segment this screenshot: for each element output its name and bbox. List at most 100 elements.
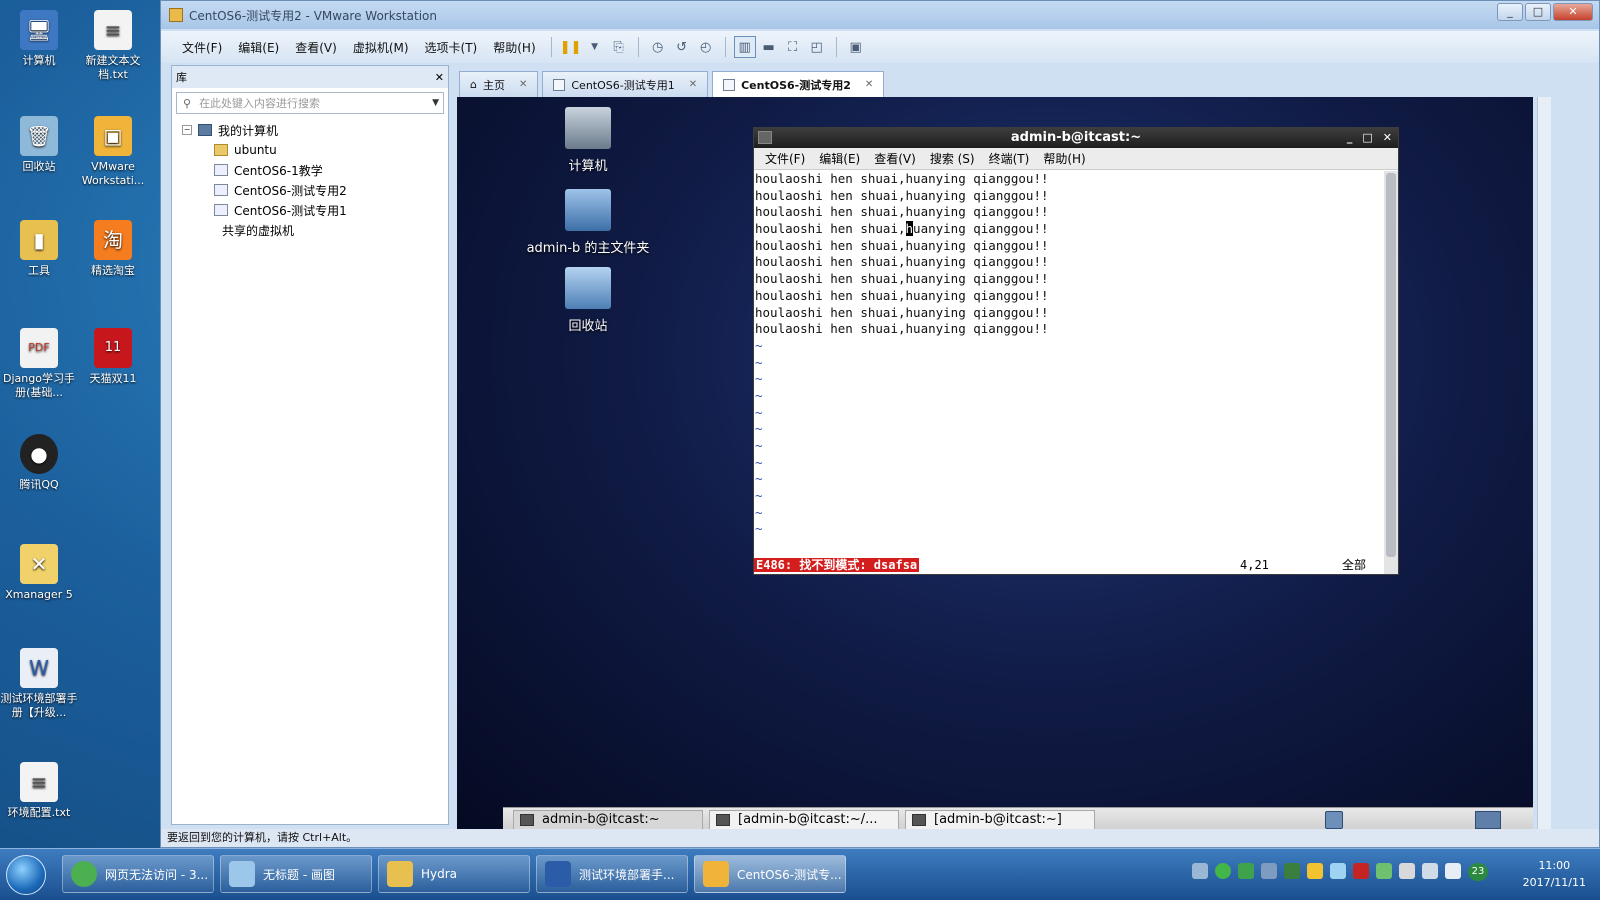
terminal-line: houlaoshi hen shuai,huanying qianggou!!: [755, 321, 1049, 337]
close-button[interactable]: ✕: [1383, 128, 1392, 148]
desktop-icon-vmware[interactable]: ▣ VMware Workstati...: [74, 116, 152, 188]
network-share-icon[interactable]: [1261, 863, 1277, 879]
vmware-title-bar[interactable]: CentOS6-测试专用2 - VMware Workstation _ □ ✕: [161, 1, 1599, 29]
desktop-icon-django-pdf[interactable]: PDF Django学习手册(基础...: [0, 328, 78, 400]
tab-centos6-test1[interactable]: CentOS6-测试专用1 ✕: [542, 71, 709, 97]
minimize-button[interactable]: _: [1497, 3, 1523, 21]
desktop-icon-env-config[interactable]: ≡ 环境配置.txt: [0, 762, 78, 820]
close-button[interactable]: ✕: [1553, 3, 1593, 21]
menu-vm[interactable]: 虚拟机(M): [346, 37, 416, 58]
clock-time: 11:00: [1538, 859, 1571, 872]
menu-tabs[interactable]: 选项卡(T): [418, 37, 485, 58]
guest-screen[interactable]: 计算机 admin-b 的主文件夹 回收站 admin-b@itcast:~ _…: [457, 97, 1533, 831]
close-icon[interactable]: ✕: [519, 79, 527, 90]
desktop-icon-taobao[interactable]: 淘 精选淘宝: [74, 220, 152, 278]
guest-icon-label: 回收站: [568, 319, 608, 334]
close-icon[interactable]: ✕: [435, 71, 444, 84]
unity-icon[interactable]: ◰: [806, 36, 828, 58]
chevron-down-icon[interactable]: ▼: [432, 98, 439, 108]
terminal-menu-file[interactable]: 文件(F): [758, 150, 812, 167]
taskbar-task-hydra[interactable]: Hydra: [378, 855, 530, 893]
guest-task-terminal-2[interactable]: [admin-b@itcast:~/...: [709, 809, 899, 830]
menu-view[interactable]: 查看(V): [288, 37, 344, 58]
minimize-button[interactable]: _: [1347, 128, 1353, 148]
update-icon[interactable]: [1238, 863, 1254, 879]
desktop-icon-tools[interactable]: ▮ 工具: [0, 220, 78, 278]
desktop-icon-tmall[interactable]: 11 天猫双11: [74, 328, 152, 386]
chevron-down-icon[interactable]: ▼: [584, 36, 606, 58]
fullscreen-icon[interactable]: ⛶: [782, 36, 804, 58]
guest-icon-home-folder[interactable]: admin-b 的主文件夹: [513, 189, 663, 256]
library-search-input[interactable]: ⚲ 在此处键入内容进行搜索 ▼: [176, 92, 444, 114]
guest-icon-trash[interactable]: 回收站: [513, 267, 663, 334]
terminal-menu-edit[interactable]: 编辑(E): [812, 150, 867, 167]
workspace-switcher-icon[interactable]: [1475, 810, 1501, 829]
vim-empty-line: ~: [755, 504, 763, 520]
terminal-window[interactable]: admin-b@itcast:~ _ □ ✕ 文件(F) 编辑(E) 查看(V)…: [753, 127, 1399, 575]
volume-icon[interactable]: [1445, 863, 1461, 879]
taskbar-task-word-doc[interactable]: 测试环境部署手...: [536, 855, 688, 893]
terminal-menu-view[interactable]: 查看(V): [867, 150, 923, 167]
keyboard-icon[interactable]: [1192, 863, 1208, 879]
flag-icon[interactable]: [1376, 863, 1392, 879]
guest-task-terminal-1[interactable]: admin-b@itcast:~: [513, 809, 703, 830]
tree-node-centos6-test2[interactable]: CentOS6-测试专用2: [172, 180, 448, 200]
terminal-menu-search[interactable]: 搜索 (S): [923, 150, 982, 167]
guest-icon-computer[interactable]: 计算机: [513, 107, 663, 174]
tree-node-centos6-test1[interactable]: CentOS6-测试专用1: [172, 200, 448, 220]
desktop-icon-computer[interactable]: 🖥 计算机: [0, 10, 78, 68]
console-view-icon[interactable]: ▣: [845, 36, 867, 58]
star-icon[interactable]: [1307, 863, 1323, 879]
close-icon[interactable]: ✕: [865, 79, 873, 90]
desktop-icon-label: 新建文本文档.txt: [85, 54, 141, 81]
desktop-icon-new-text[interactable]: ≡ 新建文本文档.txt: [74, 10, 152, 82]
terminal-menu-help[interactable]: 帮助(H): [1036, 150, 1092, 167]
maximize-button[interactable]: □: [1362, 128, 1372, 148]
snapshot-manager-icon[interactable]: ◴: [695, 36, 717, 58]
pause-icon[interactable]: ❚❚: [560, 36, 582, 58]
send-ctrl-alt-del-icon[interactable]: ⎘: [608, 36, 630, 58]
vim-status-line: E486: 找不到模式: dsafsa 4,21 全部: [754, 556, 1384, 574]
start-button[interactable]: [6, 855, 46, 895]
show-library-icon[interactable]: ▥: [733, 36, 756, 58]
shield-icon[interactable]: [1284, 863, 1300, 879]
notification-badge[interactable]: 23: [1468, 863, 1488, 881]
tree-node-shared-vms[interactable]: 共享的虚拟机: [172, 220, 448, 240]
taskbar-task-paint[interactable]: 无标题 - 画图: [220, 855, 372, 893]
library-panel: 库 ✕ ⚲ 在此处键入内容进行搜索 ▼ − 我的计算机 ubuntu CentO…: [171, 65, 449, 825]
tree-node-centos6-teaching[interactable]: CentOS6-1教学: [172, 160, 448, 180]
green-circle-icon[interactable]: [1215, 863, 1231, 879]
taskbar-clock[interactable]: 11:00 2017/11/11: [1523, 857, 1586, 891]
menu-help[interactable]: 帮助(H): [486, 37, 542, 58]
revert-snapshot-icon[interactable]: ↺: [671, 36, 693, 58]
close-icon[interactable]: ✕: [689, 79, 697, 90]
desktop-icon-xmanager[interactable]: ✕ Xmanager 5: [0, 544, 78, 602]
terminal-scrollbar[interactable]: [1384, 171, 1398, 574]
menu-file[interactable]: 文件(F): [175, 37, 229, 58]
desktop-icon-qq[interactable]: ● 腾讯QQ: [0, 434, 78, 492]
tab-home[interactable]: ⌂ 主页 ✕: [459, 71, 539, 97]
tree-node-my-computer[interactable]: − 我的计算机: [172, 120, 448, 140]
terminal-title-bar[interactable]: admin-b@itcast:~ _ □ ✕: [754, 128, 1398, 148]
tree-node-ubuntu[interactable]: ubuntu: [172, 140, 448, 160]
taskbar-task-vmware[interactable]: CentOS6-测试专...: [694, 855, 846, 893]
desktop-icon-recycle-bin[interactable]: 🗑 回收站: [0, 116, 78, 174]
guest-tray-icon[interactable]: [1325, 810, 1343, 829]
tab-centos6-test2[interactable]: CentOS6-测试专用2 ✕: [712, 71, 885, 97]
battery-icon[interactable]: [1330, 863, 1346, 879]
guest-view-scrollbar[interactable]: [1537, 97, 1551, 831]
thumbnail-bar-icon[interactable]: ▬: [758, 36, 780, 58]
network-icon[interactable]: [1422, 863, 1438, 879]
red-app-icon[interactable]: [1353, 863, 1369, 879]
terminal-content[interactable]: houlaoshi hen shuai,huanying qianggou!! …: [754, 171, 1384, 574]
desktop-icon-test-manual[interactable]: W 测试环境部署手册【升级...: [0, 648, 78, 720]
maximize-button[interactable]: □: [1525, 3, 1551, 21]
guest-task-terminal-3[interactable]: [admin-b@itcast:~]: [905, 809, 1095, 830]
menu-edit[interactable]: 编辑(E): [231, 37, 286, 58]
collapse-icon[interactable]: −: [182, 125, 192, 135]
usb-icon[interactable]: [1399, 863, 1415, 879]
scrollbar-thumb[interactable]: [1386, 173, 1396, 557]
terminal-menu-terminal[interactable]: 终端(T): [982, 150, 1037, 167]
taskbar-task-browser[interactable]: 网页无法访问 - 3...: [62, 855, 214, 893]
snapshot-icon[interactable]: ◷: [647, 36, 669, 58]
